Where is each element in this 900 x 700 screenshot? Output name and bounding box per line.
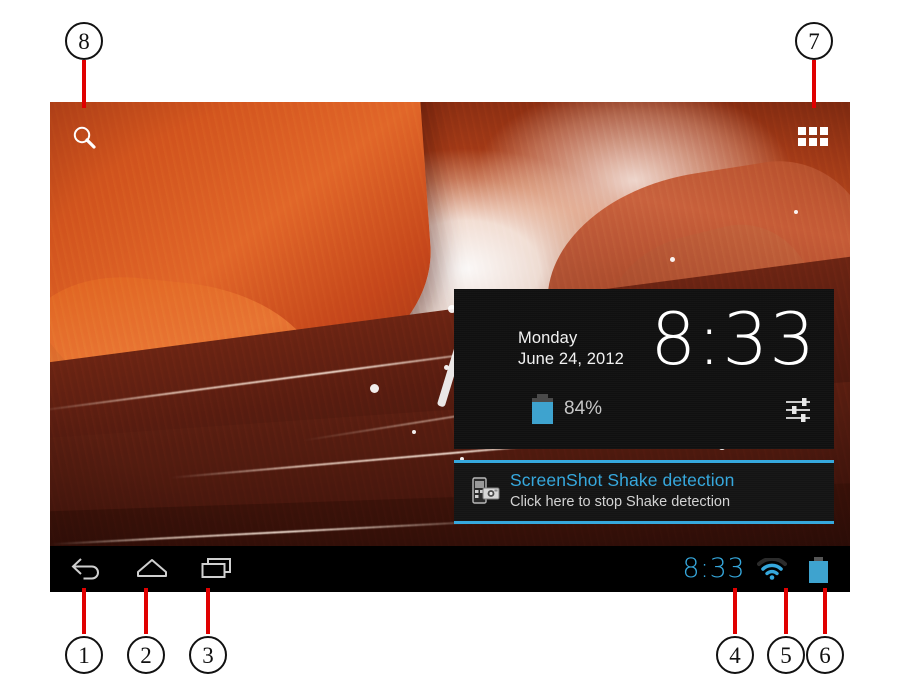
apps-grid-icon — [798, 138, 806, 146]
recent-apps-button[interactable] — [200, 555, 234, 583]
clock-widget-battery: 84% — [532, 394, 602, 424]
callout-1-label: 1 — [78, 642, 90, 668]
callout-5: 5 — [767, 636, 805, 674]
clock-widget-time: 8:33 — [650, 297, 816, 381]
callout-3-leader — [206, 588, 210, 634]
callout-5-leader — [784, 588, 788, 634]
apps-grid-icon — [820, 138, 828, 146]
apps-grid-icon — [820, 127, 828, 135]
callout-8-label: 8 — [78, 28, 90, 54]
clock-widget-weekday: Monday — [518, 329, 578, 347]
callout-4-leader — [733, 588, 737, 634]
back-button[interactable] — [70, 555, 104, 583]
callout-4-label: 4 — [729, 642, 741, 668]
battery-percent-label: 84% — [564, 398, 603, 419]
battery-icon — [532, 394, 553, 424]
apps-grid-icon — [798, 127, 806, 135]
wifi-icon — [757, 556, 787, 580]
callout-3: 3 — [189, 636, 227, 674]
callout-7: 7 — [795, 22, 833, 60]
callout-2: 2 — [127, 636, 165, 674]
search-icon — [73, 126, 96, 149]
notification-icon-wrap — [471, 477, 501, 505]
wallpaper-dot — [670, 257, 675, 262]
system-bar: 8:33 — [50, 546, 850, 592]
wifi-icon-glyph — [757, 556, 787, 580]
clock-widget-date: Monday June 24, 2012 — [518, 328, 624, 370]
callout-5-label: 5 — [780, 642, 792, 668]
battery-icon — [809, 557, 828, 583]
callout-4: 4 — [716, 636, 754, 674]
search-button[interactable] — [70, 123, 100, 153]
clock-widget-fulldate: June 24, 2012 — [518, 350, 624, 368]
callout-8-leader — [82, 60, 86, 108]
apps-grid-icon — [809, 138, 817, 146]
callout-6-leader — [823, 588, 827, 634]
wallpaper-dot — [370, 384, 379, 393]
wallpaper-dot — [794, 210, 798, 214]
all-apps-button[interactable] — [798, 127, 828, 147]
callout-6-label: 6 — [819, 642, 831, 668]
clock-widget[interactable]: Monday June 24, 2012 8:33 84% — [454, 289, 834, 449]
clock-widget-settings-button[interactable] — [784, 397, 812, 423]
callout-6: 6 — [806, 636, 844, 674]
notification-card[interactable]: ScreenShot Shake detection Click here to… — [454, 460, 834, 524]
callout-8: 8 — [65, 22, 103, 60]
apps-grid-icon — [809, 127, 817, 135]
recent-apps-icon — [201, 558, 231, 578]
statusbar-clock: 8:33 — [682, 553, 745, 584]
notification-subtitle: Click here to stop Shake detection — [510, 494, 731, 510]
sliders-icon — [786, 398, 810, 422]
callout-2-leader — [144, 588, 148, 634]
device-screen: Monday June 24, 2012 8:33 84% ScreenShot… — [50, 102, 850, 592]
callout-7-leader — [812, 60, 816, 108]
back-arrow-icon — [71, 558, 99, 580]
home-button[interactable] — [135, 555, 169, 583]
callout-1: 1 — [65, 636, 103, 674]
callout-1-leader — [82, 588, 86, 634]
wallpaper-dot — [412, 430, 416, 434]
battery-body — [809, 561, 828, 583]
notification-title: ScreenShot Shake detection — [510, 470, 735, 490]
screenshot-app-icon — [472, 477, 500, 504]
callout-2-label: 2 — [140, 642, 152, 668]
callout-3-label: 3 — [202, 642, 214, 668]
callout-7-label: 7 — [808, 28, 820, 54]
home-icon — [137, 559, 167, 577]
battery-empty-part — [532, 398, 553, 402]
